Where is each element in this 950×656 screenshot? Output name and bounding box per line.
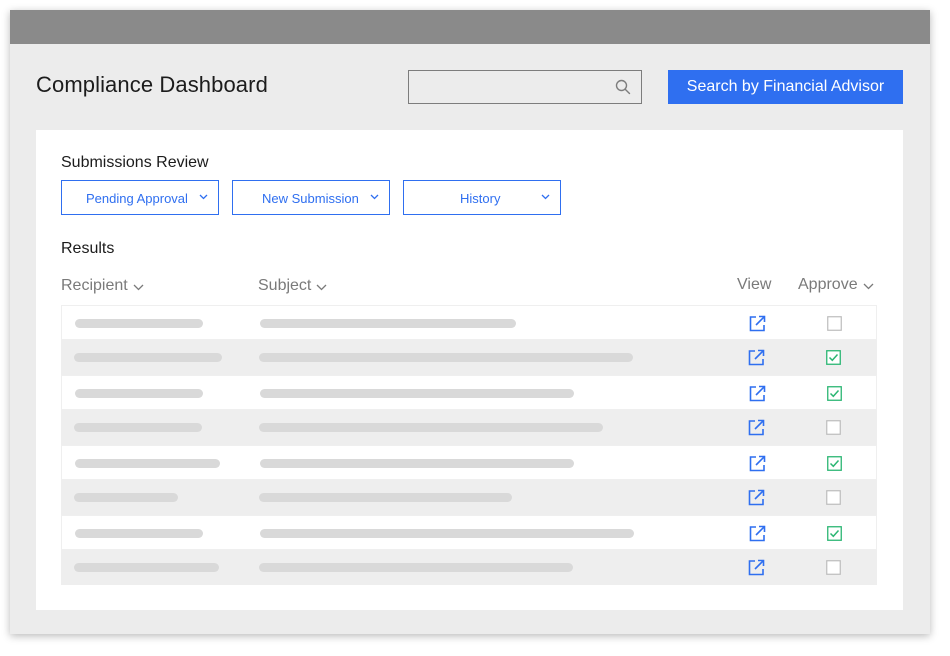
results-table: [61, 305, 877, 585]
filter-label: History: [460, 191, 501, 206]
external-link-icon[interactable]: [747, 418, 766, 437]
results-title: Results: [61, 240, 115, 257]
approve-checkbox-checked[interactable]: [827, 456, 842, 471]
search-box[interactable]: [408, 70, 642, 104]
external-link-icon[interactable]: [748, 454, 767, 473]
filter-label: New Submission: [262, 191, 359, 206]
search-icon[interactable]: [615, 79, 631, 95]
table-row: [61, 480, 877, 515]
table-row: [61, 340, 877, 375]
search-by-advisor-button[interactable]: Search by Financial Advisor: [668, 70, 903, 104]
approve-checkbox[interactable]: [827, 316, 842, 331]
external-link-icon[interactable]: [748, 314, 767, 333]
recipient-placeholder: [75, 529, 203, 538]
recipient-placeholder: [74, 353, 222, 362]
subject-placeholder: [259, 353, 633, 362]
recipient-placeholder: [74, 423, 202, 432]
subject-placeholder: [259, 423, 603, 432]
column-header-approve[interactable]: Approve: [798, 276, 874, 294]
page-title: Compliance Dashboard: [36, 72, 268, 97]
filter-pending-approval-dropdown[interactable]: Pending Approval: [61, 180, 219, 215]
subject-placeholder: [260, 459, 574, 468]
external-link-icon[interactable]: [748, 384, 767, 403]
subject-placeholder: [259, 563, 573, 572]
chevron-down-icon: [541, 194, 550, 200]
table-row: [61, 375, 877, 410]
recipient-placeholder: [75, 459, 220, 468]
chevron-down-icon: [316, 284, 327, 290]
subject-placeholder: [260, 319, 516, 328]
chevron-down-icon: [133, 284, 144, 290]
submissions-title: Submissions Review: [61, 154, 209, 171]
table-row: [61, 305, 877, 340]
external-link-icon[interactable]: [747, 488, 766, 507]
approve-checkbox-checked[interactable]: [827, 386, 842, 401]
approve-checkbox-checked[interactable]: [826, 350, 841, 365]
app-window: Compliance Dashboard Search by Financial…: [10, 10, 930, 634]
chevron-down-icon: [370, 194, 379, 200]
column-header-label: Approve: [798, 276, 858, 293]
recipient-placeholder: [75, 319, 203, 328]
subject-placeholder: [259, 493, 512, 502]
approve-checkbox[interactable]: [826, 420, 841, 435]
external-link-icon[interactable]: [747, 558, 766, 577]
window-titlebar: [10, 10, 930, 44]
column-header-subject[interactable]: Subject: [258, 277, 327, 295]
approve-checkbox[interactable]: [826, 490, 841, 505]
approve-checkbox[interactable]: [826, 560, 841, 575]
table-row: [61, 410, 877, 445]
search-input[interactable]: [409, 71, 609, 103]
table-row: [61, 445, 877, 480]
table-row: [61, 515, 877, 550]
column-header-view: View: [737, 276, 771, 294]
recipient-placeholder: [74, 563, 219, 572]
external-link-icon[interactable]: [748, 524, 767, 543]
column-header-recipient[interactable]: Recipient: [61, 277, 144, 295]
recipient-placeholder: [75, 389, 203, 398]
recipient-placeholder: [74, 493, 178, 502]
chevron-down-icon: [863, 283, 874, 289]
column-header-label: Subject: [258, 277, 312, 294]
subject-placeholder: [260, 389, 574, 398]
filter-history-dropdown[interactable]: History: [403, 180, 561, 215]
filter-new-submission-dropdown[interactable]: New Submission: [232, 180, 390, 215]
submissions-panel: Submissions Review Pending Approval New …: [36, 130, 903, 610]
filter-label: Pending Approval: [86, 191, 188, 206]
subject-placeholder: [260, 529, 634, 538]
approve-checkbox-checked[interactable]: [827, 526, 842, 541]
table-row: [61, 550, 877, 585]
column-header-label: View: [737, 276, 772, 293]
chevron-down-icon: [199, 194, 208, 200]
external-link-icon[interactable]: [747, 348, 766, 367]
column-header-label: Recipient: [61, 277, 128, 294]
